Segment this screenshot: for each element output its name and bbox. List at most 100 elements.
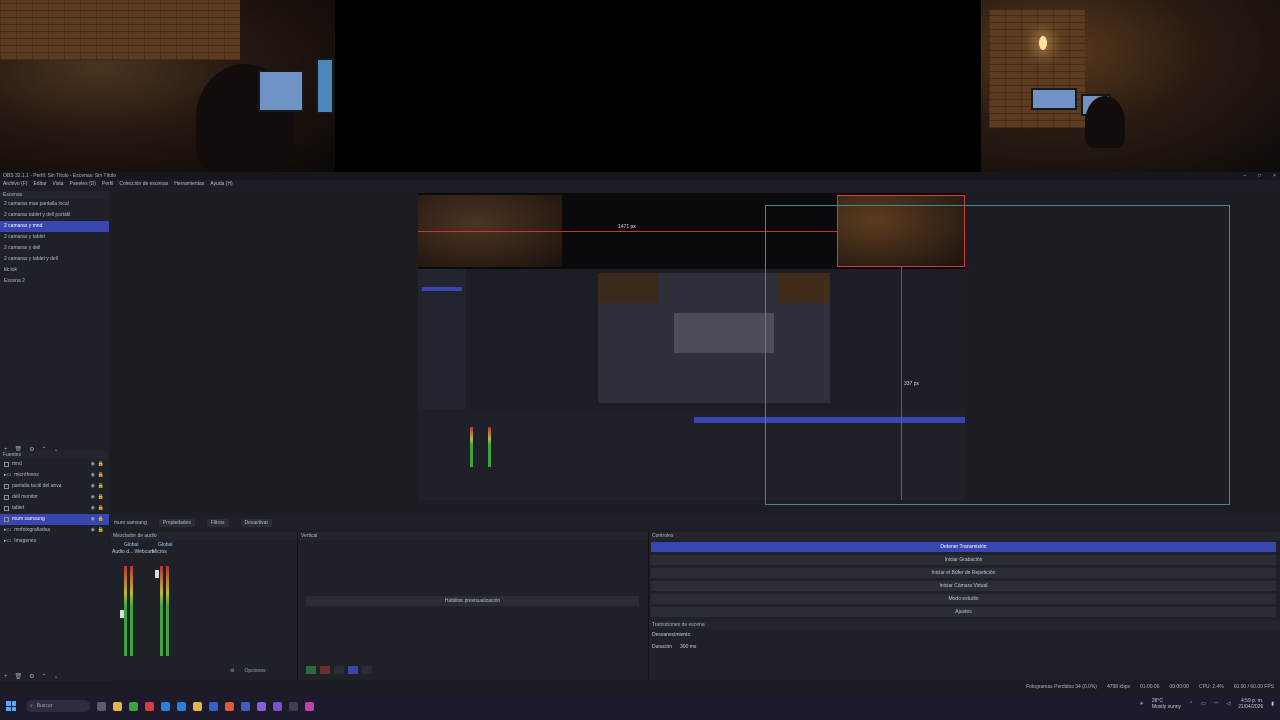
- chrome-icon[interactable]: [129, 701, 138, 711]
- app-icon[interactable]: [177, 701, 186, 711]
- lock-icon[interactable]: 🔒: [98, 525, 104, 536]
- obs-window: OBS 32.1.1 - Perfil: Sin Título - Escena…: [0, 172, 1280, 692]
- chevron-up-icon[interactable]: ⌃: [1189, 701, 1193, 707]
- filters-button[interactable]: Filtros: [206, 519, 229, 527]
- minimize-icon[interactable]: –: [1243, 173, 1246, 179]
- scene-item[interactable]: 2 camaras y tablet: [0, 232, 109, 243]
- source-item[interactable]: tablet ◉ 🔒: [0, 503, 109, 514]
- source-item[interactable]: ▸▭ Imagenes: [0, 536, 109, 547]
- system-tray: ☀ 28°C Mostly sunny ⌃ ▭ ◠ ◁ 4:59 p. m. 2…: [1139, 698, 1274, 710]
- app-icon[interactable]: [225, 701, 234, 711]
- menu-item-archivo[interactable]: Archivo (F): [3, 181, 27, 187]
- checkbox-icon[interactable]: [4, 517, 9, 522]
- source-item-selected[interactable]: mum samsung ◉ 🔒: [0, 514, 109, 525]
- checkbox-icon[interactable]: [4, 462, 9, 467]
- stop-streaming-button[interactable]: Detener Transmisión: [651, 542, 1276, 552]
- notification-icon[interactable]: ▮: [1271, 701, 1274, 707]
- eye-icon[interactable]: ◉: [91, 492, 95, 503]
- preview-area[interactable]: 1471 px 337 px: [110, 191, 1280, 513]
- record-icon[interactable]: [320, 666, 330, 674]
- stream-icon[interactable]: [306, 666, 316, 674]
- settings-icon[interactable]: [348, 666, 358, 674]
- source-bounding-box[interactable]: [765, 205, 1230, 505]
- start-virtual-camera-button[interactable]: Iniciar Cámara Virtual: [651, 581, 1276, 591]
- source-item[interactable]: ▸▭ micrófonos ◉ 🔒: [0, 470, 109, 481]
- app-icon[interactable]: [305, 701, 314, 711]
- scene-item[interactable]: Escena 2: [0, 276, 109, 287]
- eye-icon[interactable]: ◉: [91, 481, 95, 492]
- lock-icon[interactable]: 🔒: [98, 514, 104, 525]
- gear-icon[interactable]: ⚙: [29, 673, 34, 680]
- scene-item[interactable]: 2 camaras mas pantalla local: [0, 199, 109, 210]
- eye-icon[interactable]: ◉: [91, 525, 95, 536]
- volume-slider[interactable]: [120, 610, 124, 618]
- lock-icon[interactable]: 🔒: [98, 492, 104, 503]
- duration-input[interactable]: 300 ms: [680, 644, 696, 650]
- wifi-icon[interactable]: ◠: [1214, 701, 1218, 707]
- source-item[interactable]: mnd ◉ 🔒: [0, 459, 109, 470]
- start-replay-buffer-button[interactable]: Iniciar el Búfer de Repetición: [651, 568, 1276, 578]
- scene-item[interactable]: 2 camaras tablet y dell portátil: [0, 210, 109, 221]
- taskbar-search[interactable]: ⌕ Buscar: [26, 700, 90, 712]
- lock-icon[interactable]: 🔒: [98, 470, 104, 481]
- add-icon[interactable]: +: [4, 674, 8, 680]
- transition-select[interactable]: Desvanecimiento: [649, 629, 1280, 641]
- lock-icon[interactable]: 🔒: [98, 503, 104, 514]
- menu-item-coleccion[interactable]: Colección de escenas: [119, 181, 168, 187]
- source-item[interactable]: ▸▭ mnfotografiadas ◉ 🔒: [0, 525, 109, 536]
- app-icon[interactable]: [241, 701, 250, 711]
- app-icon[interactable]: [145, 701, 154, 711]
- word-icon[interactable]: [209, 701, 218, 711]
- bottom-docks: Mezclador de audio Global Global Audio d…: [110, 532, 1280, 680]
- eye-icon[interactable]: ◉: [91, 503, 95, 514]
- folder-icon[interactable]: [193, 701, 202, 711]
- volume-slider[interactable]: [155, 570, 159, 578]
- deactivate-button[interactable]: Desactivar: [240, 519, 273, 527]
- enable-preview-button[interactable]: Habilitar previsualización: [306, 596, 639, 606]
- studio-mode-button[interactable]: Modo estudio: [651, 594, 1276, 604]
- properties-button[interactable]: Propiedades: [158, 519, 195, 527]
- close-icon[interactable]: ×: [1273, 173, 1276, 179]
- trash-icon[interactable]: 🗑: [15, 673, 23, 680]
- eye-icon[interactable]: ◉: [91, 470, 95, 481]
- chevron-up-icon[interactable]: ⌃: [42, 673, 47, 680]
- pause-icon[interactable]: [334, 666, 344, 674]
- scene-item-selected[interactable]: 2 camaras y mnd: [0, 221, 109, 232]
- menu-item-paneles[interactable]: Paneles (D): [70, 181, 96, 187]
- edge-icon[interactable]: [161, 701, 170, 711]
- app-icon[interactable]: [257, 701, 266, 711]
- checkbox-icon[interactable]: [4, 495, 9, 500]
- windows-start-icon[interactable]: [6, 701, 16, 711]
- settings-button[interactable]: Ajustes: [651, 607, 1276, 617]
- menu-item-ayuda[interactable]: Ayuda (H): [210, 181, 232, 187]
- task-view-icon[interactable]: [97, 701, 106, 711]
- menu-item-vista[interactable]: Vista: [53, 181, 64, 187]
- maximize-icon[interactable]: □: [1258, 173, 1261, 179]
- file-explorer-icon[interactable]: [113, 701, 122, 711]
- scene-item[interactable]: 2 camaras y tablet y dell: [0, 254, 109, 265]
- camera-icon[interactable]: [362, 666, 372, 674]
- webcam-right-feed: [981, 0, 1280, 172]
- obs-icon[interactable]: [289, 701, 298, 711]
- gear-icon[interactable]: ⚙: [230, 668, 234, 674]
- mixer-options-button[interactable]: Opciones: [244, 668, 265, 674]
- display-icon[interactable]: ▭: [1201, 701, 1206, 707]
- checkbox-icon[interactable]: [4, 484, 9, 489]
- clock[interactable]: 4:59 p. m. 21/04/2026: [1238, 698, 1263, 710]
- lock-icon[interactable]: 🔒: [98, 459, 104, 470]
- checkbox-icon[interactable]: [4, 506, 9, 511]
- start-recording-button[interactable]: Iniciar Grabación: [651, 555, 1276, 565]
- source-item[interactable]: dell monitor ◉ 🔒: [0, 492, 109, 503]
- chevron-down-icon[interactable]: ⌄: [54, 673, 59, 680]
- menu-item-herramientas[interactable]: Herramientas: [174, 181, 204, 187]
- eye-icon[interactable]: ◉: [91, 459, 95, 470]
- scene-item[interactable]: 2 camaras y dell: [0, 243, 109, 254]
- eye-icon[interactable]: ◉: [91, 514, 95, 525]
- app-icon[interactable]: [273, 701, 282, 711]
- lock-icon[interactable]: 🔒: [98, 481, 104, 492]
- menu-item-perfil[interactable]: Perfil: [102, 181, 113, 187]
- volume-icon[interactable]: ◁: [1226, 701, 1230, 707]
- scene-item[interactable]: tik tok: [0, 265, 109, 276]
- source-item[interactable]: pantalla tacitl del anva ◉ 🔒: [0, 481, 109, 492]
- menu-item-editar[interactable]: Editar: [33, 181, 46, 187]
